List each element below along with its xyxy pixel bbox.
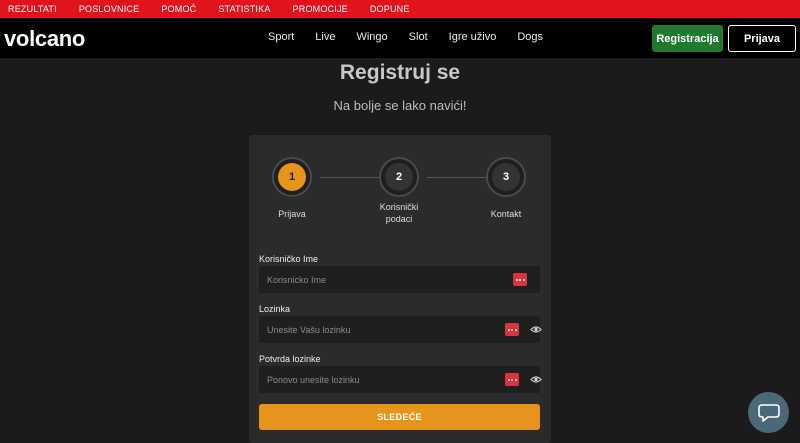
password-field-wrap <box>259 316 542 343</box>
step-2: 2 <box>379 157 419 197</box>
nav-slot[interactable]: Slot <box>409 31 428 43</box>
password-confirm-input[interactable] <box>259 366 489 393</box>
password-input[interactable] <box>259 316 489 343</box>
step-1: 1 <box>272 157 312 197</box>
eye-icon[interactable] <box>530 374 542 385</box>
step-3: 3 <box>486 157 526 197</box>
nav-dogs[interactable]: Dogs <box>517 31 543 43</box>
page-title: Registruj se <box>339 61 461 84</box>
nav-live[interactable]: Live <box>315 31 335 43</box>
step-2-number: 2 <box>385 163 413 191</box>
chat-button[interactable] <box>748 392 789 433</box>
top-link-dopune[interactable]: DOPUNE <box>370 4 410 14</box>
step-connector-1 <box>320 177 379 178</box>
username-input[interactable] <box>259 266 489 293</box>
step-1-label: Prijava <box>278 209 306 219</box>
nav-wingo[interactable]: Wingo <box>356 31 387 43</box>
password-label: Lozinka <box>259 304 291 314</box>
password-manager-icon[interactable] <box>505 323 519 336</box>
top-link-rezultati[interactable]: REZULTATI <box>8 4 57 14</box>
top-links-bar: REZULTATI POSLOVNICE POMOĆ STATISTIKA PR… <box>0 0 800 18</box>
top-link-promocije[interactable]: PROMOCIJE <box>293 4 348 14</box>
chat-icon <box>757 403 780 422</box>
top-link-poslovnice[interactable]: POSLOVNICE <box>79 4 140 14</box>
password-manager-icon[interactable] <box>505 373 519 386</box>
register-button[interactable]: Registracija <box>652 25 723 52</box>
password-confirm-field-wrap <box>259 366 542 393</box>
eye-icon[interactable] <box>530 324 542 335</box>
username-label: Korisničko Ime <box>259 254 319 264</box>
nav-sport[interactable]: Sport <box>268 31 294 43</box>
nav-igre-uzivo[interactable]: Igre uživo <box>449 31 497 43</box>
step-1-number: 1 <box>278 163 306 191</box>
password-confirm-label: Potvrda lozinke <box>259 354 321 364</box>
next-button[interactable]: SLEDEĆE <box>259 404 540 430</box>
main-nav: Sport Live Wingo Slot Igre uživo Dogs <box>268 31 564 43</box>
step-3-number: 3 <box>492 163 520 191</box>
login-button[interactable]: Prijava <box>728 25 796 52</box>
step-2-label: Korisnički podaci <box>379 202 419 224</box>
username-field-wrap <box>259 266 540 293</box>
logo[interactable]: volcano <box>4 26 85 52</box>
top-link-statistika[interactable]: STATISTIKA <box>218 4 270 14</box>
top-link-pomoc[interactable]: POMOĆ <box>161 4 196 14</box>
registration-card: 1 2 3 Prijava Korisnički podaci Kontakt … <box>249 135 551 443</box>
page-subtitle: Na bolje se lako navići! <box>333 98 467 113</box>
step-connector-2 <box>427 177 486 178</box>
password-manager-icon[interactable] <box>513 273 527 286</box>
main-header: volcano Sport Live Wingo Slot Igre uživo… <box>0 18 800 58</box>
step-3-label: Kontakt <box>490 209 522 219</box>
